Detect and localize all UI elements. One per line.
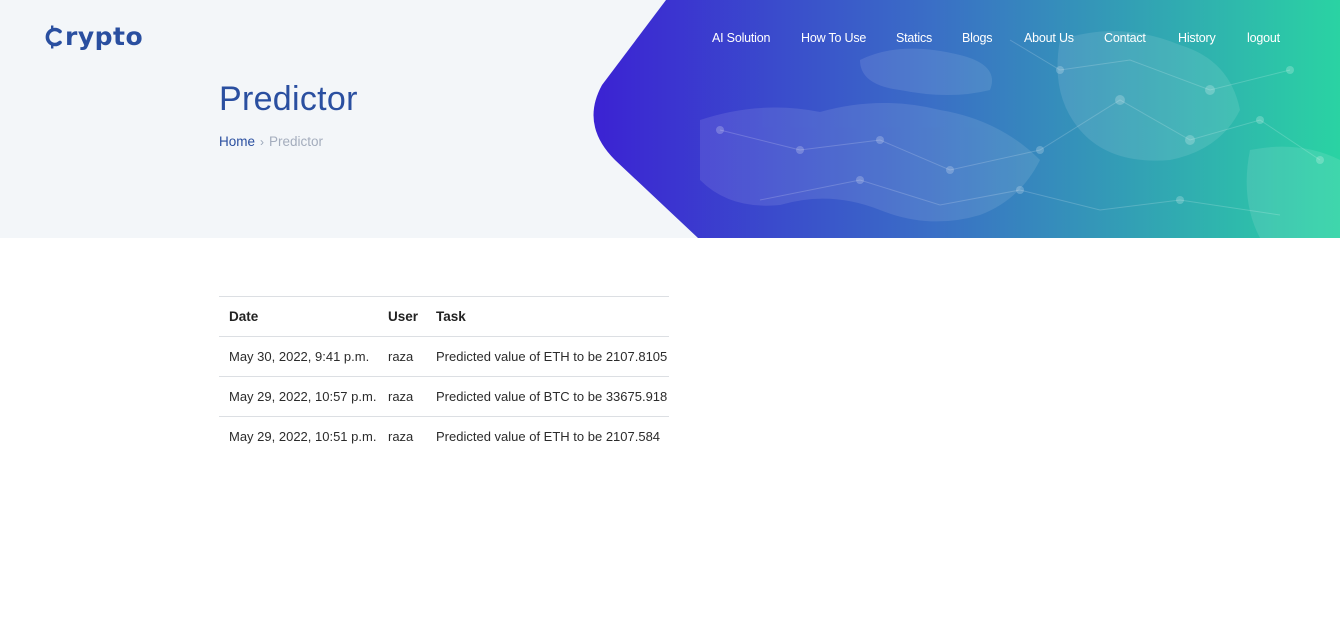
breadcrumb: Home › Predictor [219,134,323,149]
column-header-user: User [379,296,426,337]
table-row: May 29, 2022, 10:57 p.m. raza Predicted … [219,376,669,417]
nav-item-how-to-use[interactable]: How To Use [801,31,866,45]
nav-item-contact[interactable]: Contact [1104,31,1146,45]
nav-item-ai-solution[interactable]: AI Solution [712,31,770,45]
nav-item-blogs[interactable]: Blogs [962,31,992,45]
cell-task: Predicted value of ETH to be 2107.584 [426,416,669,456]
table-row: May 29, 2022, 10:51 p.m. raza Predicted … [219,416,669,456]
chevron-right-icon: › [260,134,265,149]
nav-item-about-us[interactable]: About Us [1024,31,1074,45]
page-title: Predictor [219,80,358,118]
breadcrumb-current: Predictor [269,134,324,149]
table-header-row: Date User Task [219,296,669,337]
nav-item-logout[interactable]: logout [1247,31,1280,45]
nav-item-statics[interactable]: Statics [896,31,932,45]
breadcrumb-home-link[interactable]: Home [219,134,255,149]
cell-task: Predicted value of BTC to be 33675.918 [426,376,669,417]
cell-date: May 30, 2022, 9:41 p.m. [219,336,379,377]
cell-date: May 29, 2022, 10:57 p.m. [219,376,379,417]
cell-task: Predicted value of ETH to be 2107.8105 [426,336,669,377]
history-table: Date User Task May 30, 2022, 9:41 p.m. r… [219,296,669,456]
column-header-date: Date [219,296,379,337]
cell-user: raza [379,376,426,417]
cell-user: raza [379,416,426,456]
nav-item-history[interactable]: History [1178,31,1216,45]
column-header-task: Task [426,296,669,337]
nav-bar: AI Solution How To Use Statics Blogs Abo… [0,31,1340,49]
table-row: May 30, 2022, 9:41 p.m. raza Predicted v… [219,336,669,377]
cell-user: raza [379,336,426,377]
cell-date: May 29, 2022, 10:51 p.m. [219,416,379,456]
